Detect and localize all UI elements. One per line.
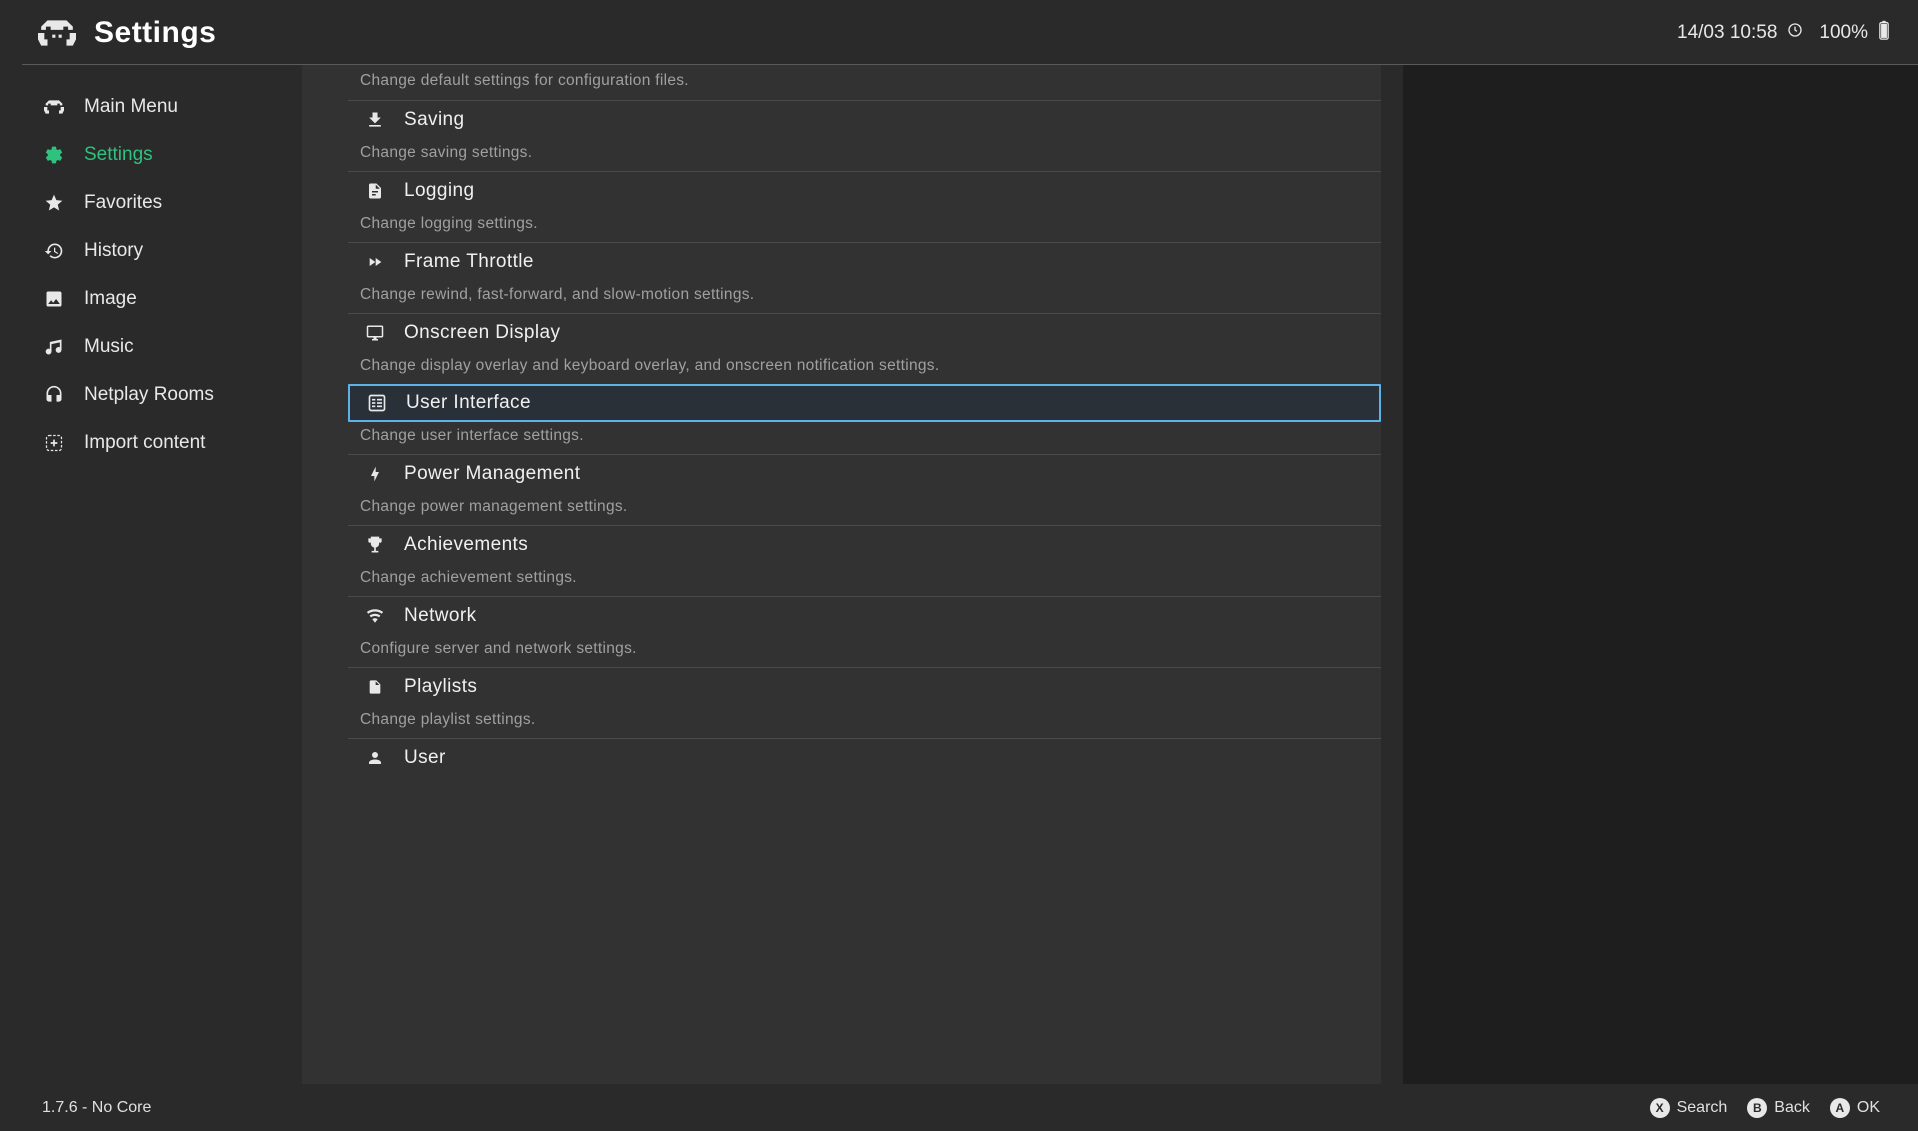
setting-label: Frame Throttle: [404, 251, 534, 273]
setting-desc: Change display overlay and keyboard over…: [348, 352, 1381, 384]
setting-row-user-interface[interactable]: User Interface: [348, 384, 1381, 422]
sidebar-item-favorites[interactable]: Favorites: [22, 179, 302, 227]
sidebar-item-label: Settings: [84, 144, 153, 166]
battery-percent: 100%: [1819, 22, 1868, 44]
image-icon: [44, 289, 64, 309]
setting-label: Logging: [404, 180, 474, 202]
sidebar-item-label: Favorites: [84, 192, 162, 214]
music-icon: [44, 337, 64, 357]
a-button-icon: A: [1830, 1098, 1850, 1118]
sidebar-item-main-menu[interactable]: Main Menu: [22, 83, 302, 131]
setting-desc: Change user interface settings.: [348, 422, 1381, 454]
setting-label: Onscreen Display: [404, 322, 560, 344]
list-icon: [366, 392, 388, 414]
sidebar-item-label: Image: [84, 288, 137, 310]
trophy-icon: [364, 534, 386, 556]
setting-row-power-management[interactable]: Power Management: [348, 454, 1381, 493]
setting-label: User: [404, 747, 446, 769]
file-icon: [364, 180, 386, 202]
setting-desc: Change playlist settings.: [348, 706, 1381, 738]
setting-desc: Configure server and network settings.: [348, 635, 1381, 667]
datetime-text: 14/03 10:58: [1677, 22, 1777, 44]
setting-row-logging[interactable]: Logging: [348, 171, 1381, 210]
headset-icon: [44, 385, 64, 405]
retroarch-icon: [44, 97, 64, 117]
sidebar-item-music[interactable]: Music: [22, 323, 302, 371]
setting-desc: Change power management settings.: [348, 493, 1381, 525]
sidebar-item-label: Main Menu: [84, 96, 178, 118]
wifi-icon: [364, 605, 386, 627]
page-title: Settings: [94, 16, 216, 50]
bolt-icon: [364, 463, 386, 485]
plus-box-icon: [44, 433, 64, 453]
footer-bar: 1.7.6 - No Core X Search B Back A OK: [0, 1084, 1918, 1131]
back-button[interactable]: B Back: [1747, 1098, 1810, 1118]
setting-desc: Change saving settings.: [348, 139, 1381, 171]
setting-label: Network: [404, 605, 476, 627]
sidebar-item-history[interactable]: History: [22, 227, 302, 275]
x-button-icon: X: [1650, 1098, 1670, 1118]
history-icon: [44, 241, 64, 261]
setting-desc: Change rewind, fast-forward, and slow-mo…: [348, 281, 1381, 313]
sidebar-item-label: Netplay Rooms: [84, 384, 214, 406]
sidebar-item-label: History: [84, 240, 143, 262]
footer-btn-label: Search: [1677, 1099, 1728, 1117]
setting-row-user[interactable]: User: [348, 738, 1381, 777]
header-bar: Settings 14/03 10:58 100%: [0, 0, 1918, 65]
b-button-icon: B: [1747, 1098, 1767, 1118]
sidebar-item-settings[interactable]: Settings: [22, 131, 302, 179]
setting-desc-partial: Change default settings for configuratio…: [348, 65, 1381, 100]
settings-list: Change default settings for configuratio…: [302, 65, 1381, 1084]
setting-row-playlists[interactable]: Playlists: [348, 667, 1381, 706]
download-icon: [364, 109, 386, 131]
ok-button[interactable]: A OK: [1830, 1098, 1880, 1118]
sidebar-item-label: Import content: [84, 432, 205, 454]
status-text: 1.7.6 - No Core: [42, 1099, 151, 1117]
setting-row-saving[interactable]: Saving: [348, 100, 1381, 139]
gear-icon: [44, 145, 64, 165]
setting-row-frame-throttle[interactable]: Frame Throttle: [348, 242, 1381, 281]
setting-desc: Change achievement settings.: [348, 564, 1381, 596]
setting-desc: Change logging settings.: [348, 210, 1381, 242]
footer-btn-label: OK: [1857, 1099, 1880, 1117]
user-icon: [364, 747, 386, 769]
setting-row-achievements[interactable]: Achievements: [348, 525, 1381, 564]
footer-btn-label: Back: [1774, 1099, 1810, 1117]
star-icon: [44, 193, 64, 213]
sidebar-item-import-content[interactable]: Import content: [22, 419, 302, 467]
sidebar-item-image[interactable]: Image: [22, 275, 302, 323]
sidebar-item-netplay-rooms[interactable]: Netplay Rooms: [22, 371, 302, 419]
setting-label: User Interface: [406, 392, 531, 414]
document-icon: [364, 676, 386, 698]
monitor-icon: [364, 322, 386, 344]
setting-row-onscreen-display[interactable]: Onscreen Display: [348, 313, 1381, 352]
retroarch-logo-icon: [38, 19, 76, 47]
fast-forward-icon: [364, 251, 386, 273]
clock-icon: [1787, 22, 1803, 44]
setting-label: Playlists: [404, 676, 477, 698]
sidebar-item-label: Music: [84, 336, 134, 358]
setting-label: Achievements: [404, 534, 528, 556]
setting-row-network[interactable]: Network: [348, 596, 1381, 635]
battery-icon: [1878, 20, 1890, 46]
setting-label: Saving: [404, 109, 465, 131]
search-button[interactable]: X Search: [1650, 1098, 1728, 1118]
sidebar: Main Menu Settings Favorites History Ima…: [0, 65, 302, 1084]
setting-label: Power Management: [404, 463, 580, 485]
